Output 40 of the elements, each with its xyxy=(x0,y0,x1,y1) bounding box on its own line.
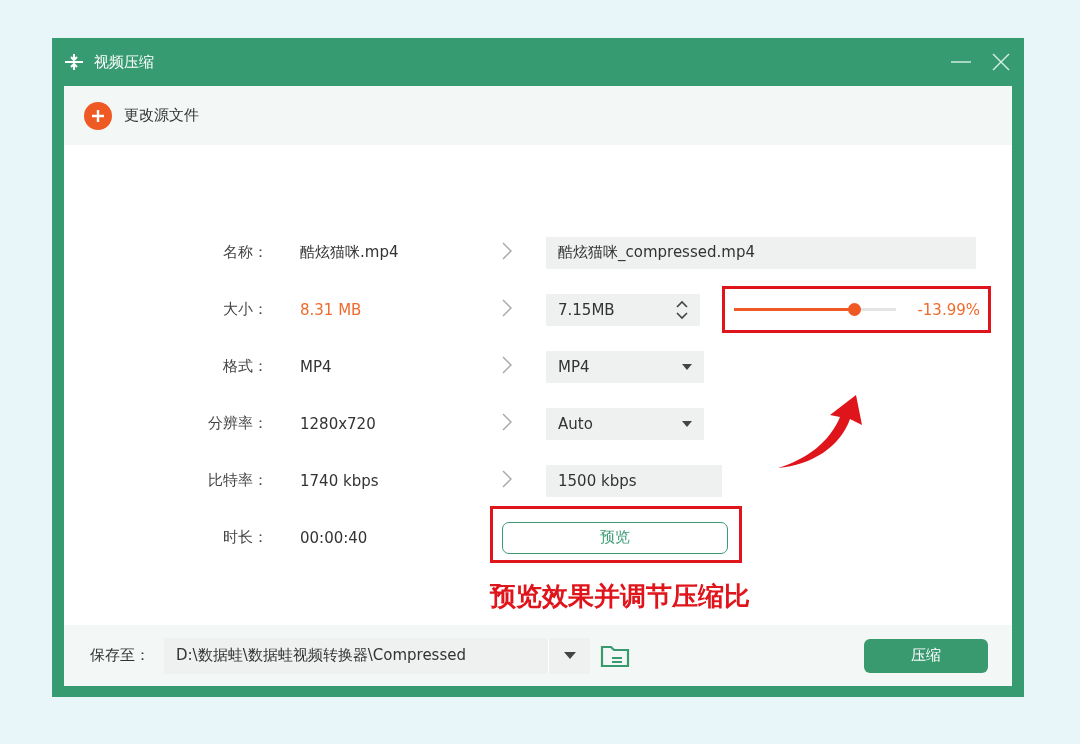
caret-icon[interactable] xyxy=(548,637,590,674)
source-value: 00:00:40 xyxy=(299,528,369,547)
spinner-icon[interactable] xyxy=(676,298,688,321)
close-button[interactable] xyxy=(990,51,1012,73)
chevron-icon xyxy=(502,412,512,431)
chevron-icon xyxy=(502,355,512,374)
chevron-icon xyxy=(502,298,512,317)
add-icon xyxy=(84,101,112,130)
chevron-icon xyxy=(502,469,512,488)
source-value: 1280x720 xyxy=(299,414,377,433)
field-label: 比特率： xyxy=(207,471,268,490)
preview-button[interactable]: 预览 xyxy=(502,521,728,554)
window-title: 视频压缩 xyxy=(94,52,154,72)
dropdown[interactable]: MP4 xyxy=(546,350,704,383)
caret-icon xyxy=(682,420,692,427)
chevron-icon xyxy=(502,241,512,260)
source-value: 8.31 MB xyxy=(299,300,363,319)
field-label: 格式： xyxy=(222,357,268,376)
field-label: 名称： xyxy=(222,243,268,262)
field-label: 时长： xyxy=(222,528,268,547)
source-value: MP4 xyxy=(299,357,333,376)
caret-icon xyxy=(682,363,692,370)
change-source-button[interactable]: 更改源文件 xyxy=(84,101,199,130)
output-name-field[interactable]: 酷炫猫咪_compressed.mp4 xyxy=(546,236,976,269)
dropdown[interactable]: Auto xyxy=(546,407,704,440)
annotation-text: 预览效果并调节压缩比 xyxy=(490,580,750,613)
slider[interactable] xyxy=(731,303,899,316)
save-path-field[interactable]: D:\数据蛙\数据蛙视频转换器\Compressed xyxy=(164,637,548,674)
minimize-icon xyxy=(951,61,971,63)
save-label: 保存至： xyxy=(90,646,150,665)
reduction-reading: -13.99% xyxy=(917,300,980,319)
field-label: 大小： xyxy=(222,300,268,319)
slider-thumb[interactable] xyxy=(847,303,861,316)
folder-button[interactable] xyxy=(600,643,630,668)
source-value: 酷炫猫咪.mp4 xyxy=(299,243,400,262)
compress-icon xyxy=(64,53,84,71)
bitrate-field[interactable]: 1500 kbps xyxy=(546,464,722,497)
field-label: 分辨率： xyxy=(207,414,268,433)
source-value: 1740 kbps xyxy=(299,471,380,490)
size-spinbox[interactable]: 7.15MB xyxy=(546,293,700,326)
